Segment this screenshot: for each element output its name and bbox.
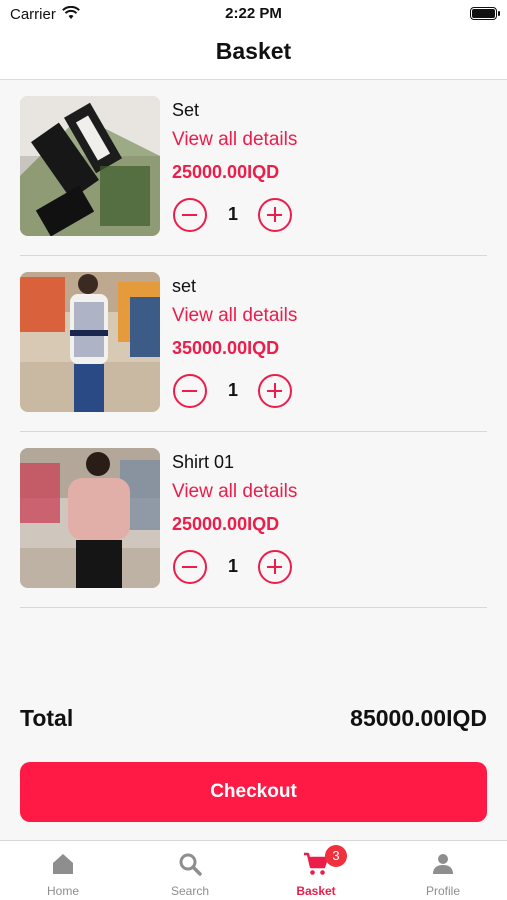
tab-label: Profile bbox=[425, 884, 460, 898]
person-icon bbox=[433, 854, 453, 874]
basket-list: Set View all details 25000.00IQD 1 set V bbox=[20, 80, 487, 608]
tab-label: Basket bbox=[296, 884, 336, 898]
status-bar: Carrier 2:22 PM bbox=[0, 0, 507, 28]
tab-search[interactable]: Search bbox=[127, 841, 253, 900]
product-image[interactable] bbox=[20, 96, 160, 236]
tab-home[interactable]: Home bbox=[0, 841, 126, 900]
view-details-link[interactable]: View all details bbox=[172, 129, 297, 151]
basket-item: Set View all details 25000.00IQD 1 bbox=[20, 80, 487, 256]
decrease-quantity-button[interactable] bbox=[173, 374, 207, 408]
product-image[interactable] bbox=[20, 448, 160, 588]
total-row: Total 85000.00IQD bbox=[20, 705, 487, 735]
page-title: Basket bbox=[215, 38, 292, 64]
decrease-quantity-button[interactable] bbox=[173, 198, 207, 232]
total-label: Total bbox=[20, 705, 74, 731]
home-icon bbox=[53, 854, 73, 874]
decrease-quantity-button[interactable] bbox=[173, 550, 207, 584]
quantity-value: 1 bbox=[227, 556, 238, 576]
view-details-link[interactable]: View all details bbox=[172, 481, 297, 503]
increase-quantity-button[interactable] bbox=[258, 374, 292, 408]
tab-label: Home bbox=[46, 884, 79, 898]
product-name: set bbox=[172, 276, 197, 296]
quantity-value: 1 bbox=[227, 380, 238, 400]
status-time: 2:22 PM bbox=[225, 5, 282, 22]
product-price: 35000.00IQD bbox=[172, 338, 280, 358]
checkout-button[interactable]: Checkout bbox=[20, 762, 487, 822]
increase-quantity-button[interactable] bbox=[258, 550, 292, 584]
cart-badge: 3 bbox=[325, 845, 347, 867]
tab-label: Search bbox=[170, 884, 210, 898]
product-name: Set bbox=[172, 100, 200, 120]
basket-item: set View all details 35000.00IQD 1 bbox=[20, 256, 487, 432]
tab-profile[interactable]: Profile bbox=[380, 841, 506, 900]
quantity-value: 1 bbox=[227, 204, 238, 224]
basket-item: Shirt 01 View all details 25000.00IQD 1 bbox=[20, 432, 487, 608]
battery-icon bbox=[470, 7, 500, 20]
view-details-link[interactable]: View all details bbox=[172, 305, 297, 327]
nav-header: Basket bbox=[0, 28, 507, 80]
tab-bar: Home Search 3 Basket Profile bbox=[0, 840, 507, 900]
product-image[interactable] bbox=[20, 272, 160, 412]
total-value: 85000.00IQD bbox=[350, 705, 487, 731]
tab-basket[interactable]: 3 Basket bbox=[253, 841, 379, 900]
product-name: Shirt 01 bbox=[172, 452, 235, 472]
increase-quantity-button[interactable] bbox=[258, 198, 292, 232]
search-icon bbox=[179, 853, 202, 876]
product-price: 25000.00IQD bbox=[172, 514, 280, 534]
product-price: 25000.00IQD bbox=[172, 162, 280, 182]
